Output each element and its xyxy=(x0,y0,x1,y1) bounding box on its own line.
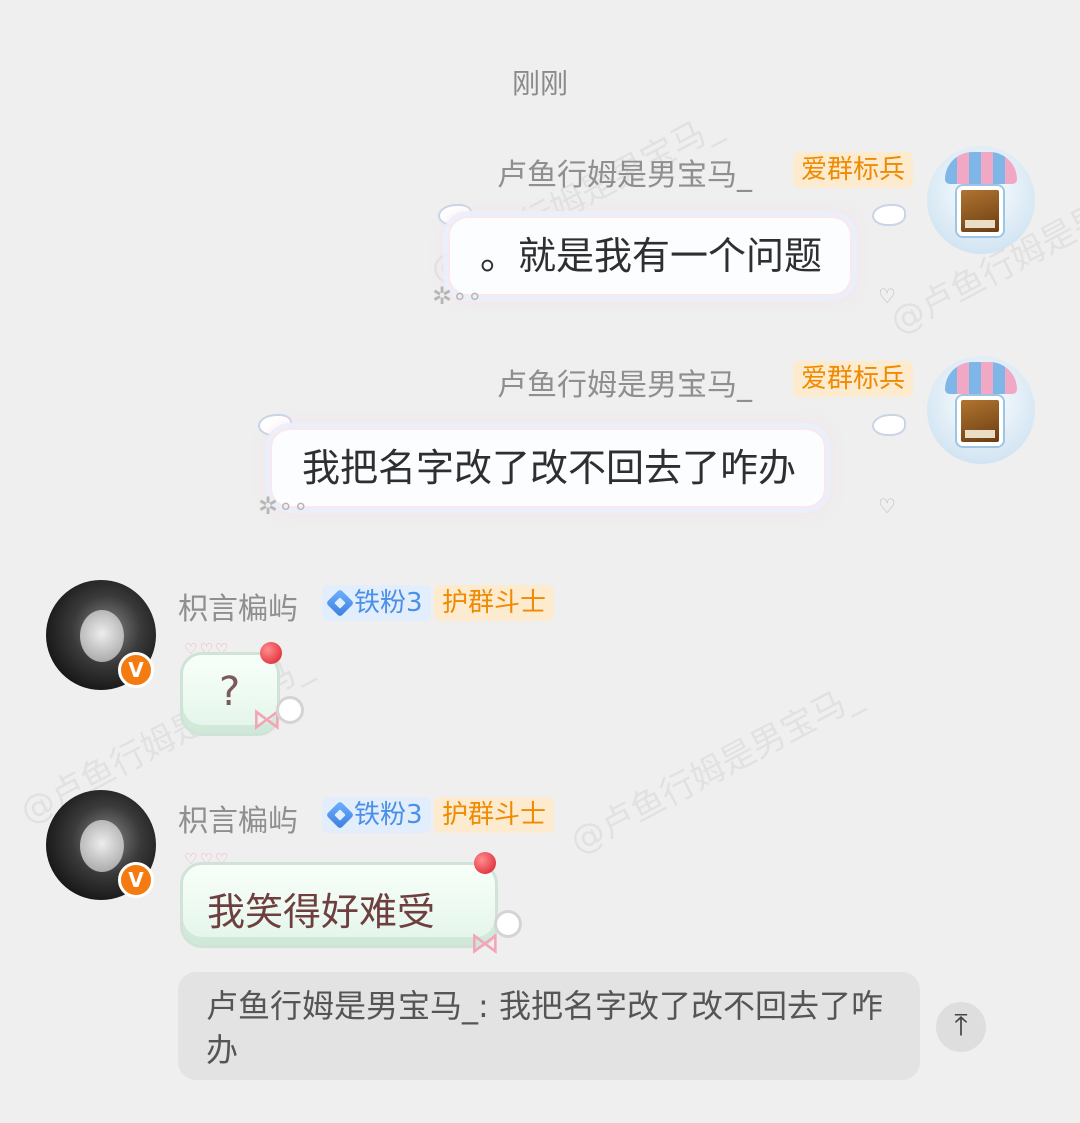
arrow-up-icon: ⤒ xyxy=(954,1008,968,1043)
sender-name[interactable]: 卢鱼行姆是男宝马_ xyxy=(497,150,752,194)
group-badge: 护群斗士 xyxy=(434,797,555,833)
verified-icon: V xyxy=(118,652,154,688)
umbrella-icon xyxy=(945,152,1017,184)
sender-name[interactable]: 枳言楄屿 xyxy=(178,796,298,840)
umbrella-icon xyxy=(945,362,1017,394)
fan-badge: 铁粉3 xyxy=(322,797,431,833)
spoon-icon xyxy=(494,910,522,938)
heart-icon: ♡ xyxy=(878,284,896,308)
avatar[interactable] xyxy=(927,356,1035,464)
message-bubble[interactable]: 我把名字改了改不回去了咋办 xyxy=(270,428,827,508)
diamond-icon xyxy=(325,800,355,830)
face-photo xyxy=(80,820,124,872)
sparkle-icon: ✲∘∘ xyxy=(432,282,483,310)
avatar[interactable] xyxy=(927,146,1035,254)
message-text: 我笑得好难受 xyxy=(207,890,436,934)
horse-card-icon xyxy=(957,186,1003,236)
wing-decoration-icon xyxy=(872,204,906,226)
fan-badge-label: 铁粉3 xyxy=(354,800,423,830)
quoted-text: 卢鱼行姆是男宝马_: 我把名字改了改不回去了咋办 xyxy=(206,987,883,1069)
group-badge: 爱群标兵 xyxy=(793,152,914,188)
quoted-reply[interactable]: 卢鱼行姆是男宝马_: 我把名字改了改不回去了咋办 xyxy=(178,972,920,1080)
verified-icon: V xyxy=(118,862,154,898)
sender-name[interactable]: 卢鱼行姆是男宝马_ xyxy=(497,360,752,404)
heart-icon: ♡ xyxy=(878,494,896,518)
message-bubble[interactable]: 我笑得好难受 xyxy=(180,862,498,948)
message-timestamp: 刚刚 xyxy=(511,67,568,100)
fan-badge: 铁粉3 xyxy=(322,585,431,621)
horse-card-icon xyxy=(957,396,1003,446)
sticker-text: ? xyxy=(219,669,241,715)
message-bubble[interactable]: 。就是我有一个问题 xyxy=(448,216,853,296)
spoon-icon xyxy=(276,696,304,724)
sender-name[interactable]: 枳言楄屿 xyxy=(178,584,298,628)
watermark: @卢鱼行姆是男宝马_ xyxy=(563,675,868,863)
scroll-to-top-button[interactable]: ⤒ xyxy=(936,1002,986,1052)
wing-decoration-icon xyxy=(872,414,906,436)
diamond-icon xyxy=(325,588,355,618)
sparkle-icon: ✲∘∘ xyxy=(258,492,309,520)
cherry-icon xyxy=(260,642,282,664)
group-badge: 爱群标兵 xyxy=(793,361,914,397)
face-photo xyxy=(80,610,124,662)
fan-badge-label: 铁粉3 xyxy=(354,588,423,618)
cherry-icon xyxy=(474,852,496,874)
group-badge: 护群斗士 xyxy=(434,585,555,621)
